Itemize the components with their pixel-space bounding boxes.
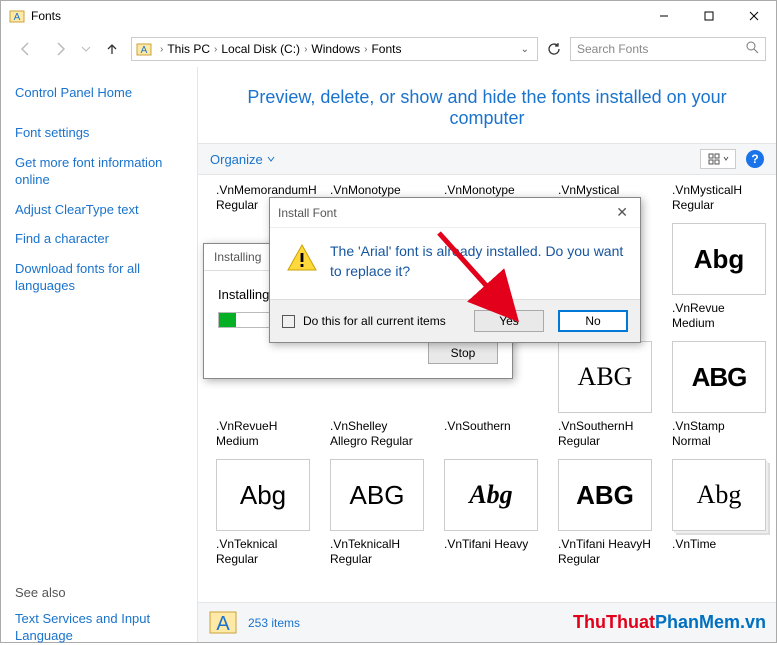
svg-text:A: A [216, 613, 230, 635]
help-button[interactable]: ? [746, 150, 764, 168]
address-bar[interactable]: A › This PC › Local Disk (C:) › Windows … [131, 37, 538, 61]
breadcrumb-windows[interactable]: Windows [311, 42, 360, 56]
close-icon[interactable]: ✕ [612, 204, 632, 221]
sidebar-link-cleartype[interactable]: Adjust ClearType text [15, 201, 183, 219]
control-panel-home-link[interactable]: Control Panel Home [15, 85, 183, 100]
search-input[interactable]: Search Fonts [570, 37, 766, 61]
forward-button[interactable] [45, 35, 75, 63]
sidebar-link-download[interactable]: Download fonts for all languages [15, 260, 183, 295]
font-tile[interactable]: ABG [672, 341, 766, 413]
font-tile[interactable]: ABG [330, 459, 424, 531]
svg-text:A: A [14, 12, 21, 23]
chevron-right-icon: › [160, 44, 163, 55]
stop-button[interactable]: Stop [428, 342, 498, 364]
address-drop-icon[interactable]: ⌄ [517, 44, 533, 55]
svg-text:A: A [141, 45, 148, 56]
sidebar-link-more-info[interactable]: Get more font information online [15, 154, 183, 189]
font-name[interactable]: .VnTifani Heavy [444, 537, 538, 567]
chevron-right-icon: › [304, 44, 307, 55]
sidebar-link-text-services[interactable]: Text Services and Input Language [15, 610, 183, 645]
folder-fonts-icon: A [9, 8, 25, 24]
close-button[interactable] [731, 1, 776, 31]
page-heading: Preview, delete, or show and hide the fo… [198, 67, 776, 143]
recent-drop-icon[interactable] [79, 35, 93, 63]
view-icon [708, 153, 720, 165]
warning-icon [286, 242, 318, 274]
font-name[interactable]: .VnRevueH Medium [216, 419, 310, 449]
window-title: Fonts [31, 9, 641, 23]
maximize-button[interactable] [686, 1, 731, 31]
status-bar: A 253 items ThuThuatPhanMem.vn [198, 602, 776, 642]
checkbox-label: Do this for all current items [303, 314, 460, 328]
font-name[interactable]: .VnStamp Normal [672, 419, 766, 449]
refresh-button[interactable] [542, 37, 566, 61]
toolbar: Organize ? [198, 143, 776, 175]
navbar: A › This PC › Local Disk (C:) › Windows … [1, 31, 776, 67]
font-name[interactable]: .VnTeknical Regular [216, 537, 310, 567]
sidebar-link-font-settings[interactable]: Font settings [15, 124, 183, 142]
breadcrumb-root[interactable]: This PC [167, 42, 210, 56]
font-name[interactable]: .VnTeknicalH Regular [330, 537, 424, 567]
font-tile[interactable]: Abg [672, 223, 766, 295]
no-button[interactable]: No [558, 310, 628, 332]
item-count: 253 items [248, 616, 300, 630]
font-name[interactable]: .VnSouthern [444, 419, 538, 449]
back-button[interactable] [11, 35, 41, 63]
chevron-down-icon [723, 156, 729, 162]
install-font-dialog: Install Font ✕ The 'Arial' font is alrea… [269, 197, 641, 343]
font-tile[interactable]: Abg [216, 459, 310, 531]
font-tile[interactable]: ABG [558, 459, 652, 531]
font-tile[interactable]: Abg [444, 459, 538, 531]
search-placeholder: Search Fonts [577, 42, 648, 56]
do-for-all-checkbox[interactable] [282, 315, 295, 328]
font-name[interactable]: .VnShelley Allegro Regular [330, 419, 424, 449]
sidebar-link-find-char[interactable]: Find a character [15, 230, 183, 248]
breadcrumb-fonts[interactable]: Fonts [371, 42, 401, 56]
font-name[interactable]: .VnSouthernH Regular [558, 419, 652, 449]
up-button[interactable] [97, 35, 127, 63]
chevron-right-icon: › [364, 44, 367, 55]
folder-fonts-icon: A [136, 41, 152, 57]
breadcrumb-drive[interactable]: Local Disk (C:) [221, 42, 300, 56]
search-icon [746, 41, 759, 57]
watermark: ThuThuatPhanMem.vn [573, 612, 766, 633]
organize-menu[interactable]: Organize [210, 152, 275, 167]
dialog-message: The 'Arial' font is already installed. D… [330, 242, 624, 281]
folder-fonts-icon: A [208, 606, 238, 639]
font-name[interactable]: .VnTifani HeavyH Regular [558, 537, 652, 567]
chevron-right-icon: › [214, 44, 217, 55]
dialog-title: Install Font [278, 206, 337, 220]
see-also-heading: See also [15, 585, 183, 600]
yes-button[interactable]: Yes [474, 310, 544, 332]
font-tile[interactable]: Abg [672, 459, 766, 531]
font-name[interactable]: .VnTime [672, 537, 766, 567]
font-name[interactable]: .VnMysticalH Regular [672, 183, 766, 213]
chevron-down-icon [267, 155, 275, 163]
titlebar: A Fonts [1, 1, 776, 31]
view-options-button[interactable] [700, 149, 736, 169]
font-tile[interactable]: ABG [558, 341, 652, 413]
minimize-button[interactable] [641, 1, 686, 31]
font-name[interactable]: .VnRevue Medium [672, 301, 766, 331]
sidebar: Control Panel Home Font settings Get mor… [1, 67, 197, 642]
